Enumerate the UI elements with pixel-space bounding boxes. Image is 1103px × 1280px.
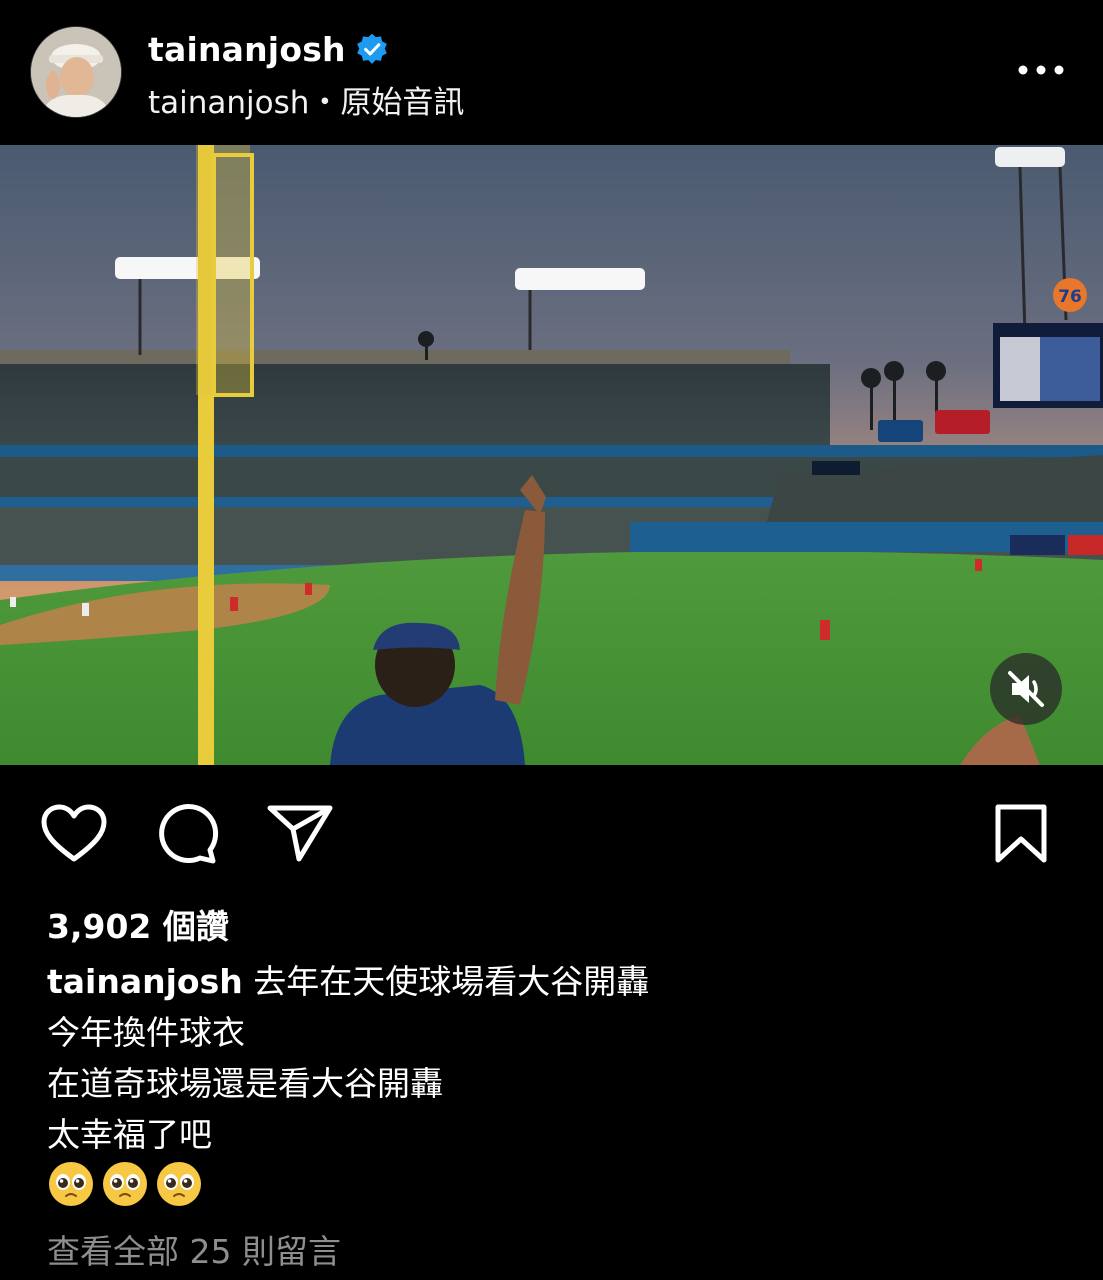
caption-text-line-1: 去年在天使球場看大谷開轟 — [253, 962, 650, 1001]
post-header: tainanjosh tainanjosh・原始音訊 — [0, 0, 1103, 145]
stadium-video-frame: 76 — [0, 145, 1103, 765]
post-video[interactable]: 76 — [0, 145, 1103, 765]
paper-plane-icon[interactable] — [266, 803, 334, 863]
caption-emoji-row — [47, 1160, 209, 1210]
caption-text-line-3: 在道奇球場還是看大谷開轟 — [47, 1064, 443, 1103]
comment-bubble-icon[interactable] — [154, 803, 220, 865]
pleading-face-icon — [49, 1162, 93, 1206]
post-username[interactable]: tainanjosh — [148, 30, 346, 69]
avatar[interactable] — [31, 27, 121, 117]
pleading-face-icon — [103, 1162, 147, 1206]
view-all-comments-link[interactable]: 查看全部 25 則留言 — [47, 1225, 341, 1273]
bookmark-icon[interactable] — [992, 803, 1050, 865]
more-horizontal-icon[interactable] — [1016, 60, 1066, 80]
caption-text-line-4: 太幸福了吧 — [47, 1115, 212, 1154]
speaker-muted-icon — [1008, 671, 1044, 707]
caption-text-line-2: 今年換件球衣 — [47, 1013, 245, 1052]
audio-attribution[interactable]: tainanjosh・原始音訊 — [148, 77, 464, 122]
post-caption: tainanjosh 去年在天使球場看大谷開轟 今年換件球衣 在道奇球場還是看大… — [47, 956, 1047, 1160]
likes-count[interactable]: 3,902 個讚 — [47, 900, 229, 948]
pleading-face-icon — [157, 1162, 201, 1206]
caption-username[interactable]: tainanjosh — [47, 962, 243, 1001]
heart-icon[interactable] — [40, 803, 108, 865]
caption-first-line: tainanjosh 去年在天使球場看大谷開轟 — [47, 956, 1047, 1007]
svg-text:76: 76 — [1058, 287, 1082, 307]
mute-toggle-button[interactable] — [990, 653, 1062, 725]
verified-badge-icon — [357, 33, 387, 64]
